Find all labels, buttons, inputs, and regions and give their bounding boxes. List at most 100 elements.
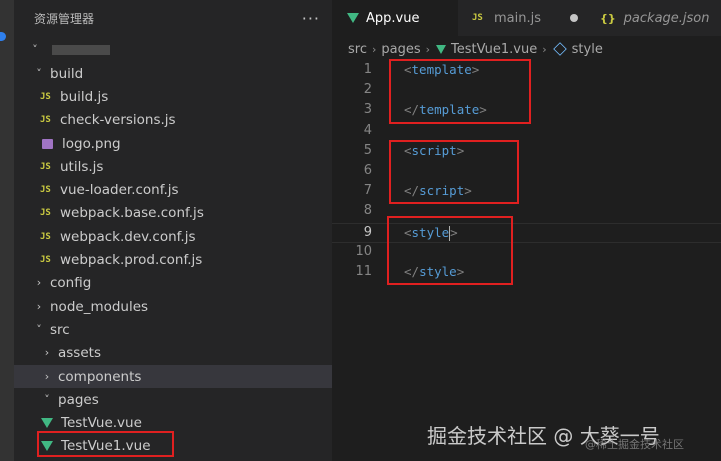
tab-main-js[interactable]: JS main.js xyxy=(458,0,590,36)
js-file-icon: JS xyxy=(40,184,51,195)
tree-item[interactable]: logo.png xyxy=(14,132,332,155)
breadcrumb-item[interactable]: pages xyxy=(381,42,420,57)
line-number: 3 xyxy=(363,102,372,118)
chevron-down-icon: ˅ xyxy=(36,323,42,336)
tree-item-label: node_modules xyxy=(50,298,149,315)
chevron-down-icon: ˅ xyxy=(44,393,50,406)
code-line[interactable]: 10 xyxy=(332,243,721,263)
tree-item[interactable]: JS build.js xyxy=(14,85,332,108)
chevron-right-icon: › xyxy=(36,300,42,313)
line-number: 1 xyxy=(363,62,372,77)
code-line[interactable]: 2 xyxy=(332,81,721,101)
breadcrumb: src › pages › TestVue1.vue › style xyxy=(332,38,721,60)
tag-name: style xyxy=(419,264,457,279)
code-line[interactable]: 6 xyxy=(332,162,721,182)
code-text: <template> xyxy=(404,62,479,77)
tab-label: App.vue xyxy=(366,10,420,26)
bracket: </ xyxy=(404,264,420,279)
bracket: </ xyxy=(404,183,420,199)
breadcrumb-item[interactable]: src xyxy=(348,42,367,57)
breadcrumb-item[interactable]: TestVue1.vue xyxy=(451,42,537,57)
editor-area: App.vue JS main.js {} package.json src › pages… xyxy=(332,0,721,461)
more-actions-icon[interactable]: ··· xyxy=(302,9,320,28)
tree-item-label: config xyxy=(50,274,92,291)
tree-item[interactable]: ˅ pages xyxy=(14,388,332,411)
tree-item[interactable]: JS check-versions.js xyxy=(14,108,332,131)
chevron-right-icon: › xyxy=(425,42,431,56)
tree-item[interactable]: › components xyxy=(14,365,332,388)
code-text: </script> xyxy=(404,183,472,198)
tree-item[interactable]: ˅ src xyxy=(14,318,332,341)
js-file-icon: JS xyxy=(40,231,51,242)
vue-file-icon xyxy=(436,44,447,54)
js-file-icon: JS xyxy=(472,13,483,23)
tree-item[interactable]: TestVue.vue xyxy=(14,411,332,434)
code-text: </style> xyxy=(404,264,464,279)
chevron-down-icon: ˅ xyxy=(36,67,42,80)
line-number: 9 xyxy=(363,224,372,240)
tree-item[interactable]: ˅ build xyxy=(14,62,332,85)
tag-name: style xyxy=(411,224,450,240)
editor-tabs: App.vue JS main.js {} package.json xyxy=(332,0,721,36)
js-file-icon: JS xyxy=(40,207,51,218)
chevron-right-icon: › xyxy=(371,42,377,56)
unsaved-dot-icon[interactable] xyxy=(570,14,578,22)
bracket: > xyxy=(464,183,472,199)
tree-item[interactable]: JS webpack.base.conf.js xyxy=(14,201,332,224)
bracket: < xyxy=(404,62,412,77)
code-line[interactable]: 5 <script> xyxy=(332,142,721,162)
tree-item[interactable]: TestVue1.vue xyxy=(14,434,332,457)
line-number: 7 xyxy=(363,183,372,199)
tree-item[interactable]: JS utils.js xyxy=(14,155,332,178)
tab-app-vue[interactable]: App.vue xyxy=(332,0,458,36)
tree-item[interactable]: ˅ xyxy=(14,38,332,61)
activity-bar xyxy=(0,0,14,461)
redacted-folder-name xyxy=(52,44,110,55)
js-file-icon: JS xyxy=(40,91,51,102)
chevron-down-icon: ˅ xyxy=(32,43,38,56)
watermark-subtext: @稀土掘金技术社区 xyxy=(585,438,684,451)
explorer-title: 资源管理器 xyxy=(34,11,95,26)
tag-name: template xyxy=(411,62,472,77)
js-file-icon: JS xyxy=(40,114,51,125)
code-line[interactable]: 3 </template> xyxy=(332,101,721,121)
tree-item[interactable]: JS webpack.prod.conf.js xyxy=(14,248,332,271)
vue-file-icon xyxy=(41,440,53,451)
code-line[interactable]: 1 <template> xyxy=(332,61,721,81)
tree-item-label: build xyxy=(50,65,84,82)
code-line[interactable]: 11 </style> xyxy=(332,263,721,283)
tree-item-label: src xyxy=(50,321,70,338)
tree-item-label: assets xyxy=(58,344,101,361)
tag-name: template xyxy=(419,102,480,118)
activity-indicator xyxy=(0,32,6,41)
tag-name: script xyxy=(411,142,457,158)
image-file-icon xyxy=(42,138,53,149)
tree-item[interactable]: › assets xyxy=(14,341,332,364)
chevron-right-icon: › xyxy=(44,346,50,359)
tree-item-label: webpack.base.conf.js xyxy=(60,204,204,221)
tree-item[interactable]: › node_modules xyxy=(14,295,332,318)
tree-item-label: check-versions.js xyxy=(60,111,176,128)
symbol-icon xyxy=(552,42,567,56)
tree-item-label: webpack.dev.conf.js xyxy=(60,228,196,245)
tab-package-json[interactable]: {} package.json xyxy=(590,0,721,36)
explorer-sidebar: 资源管理器 ··· ˅ ˅ build JS build.js JS check-versi… xyxy=(14,0,332,461)
breadcrumb-item[interactable]: style xyxy=(572,42,603,57)
tree-item-label: utils.js xyxy=(60,158,104,175)
code-line[interactable]: 8 xyxy=(332,202,721,222)
code-line[interactable]: 9 <style> xyxy=(332,222,721,243)
code-line[interactable]: 7 </script> xyxy=(332,182,721,202)
tree-item[interactable]: › config xyxy=(14,271,332,294)
js-file-icon: JS xyxy=(40,254,51,265)
code-text: <style> xyxy=(404,225,458,241)
tab-label: main.js xyxy=(494,10,541,26)
bracket: > xyxy=(479,102,487,118)
tree-item[interactable]: JS vue-loader.conf.js xyxy=(14,178,332,201)
line-number: 11 xyxy=(355,264,372,279)
tree-item[interactable]: JS webpack.dev.conf.js xyxy=(14,225,332,248)
bracket: </ xyxy=(404,102,420,118)
code-line[interactable]: 4 xyxy=(332,122,721,142)
line-number: 4 xyxy=(363,122,372,138)
tree-item-label: TestVue1.vue xyxy=(61,437,151,454)
chevron-right-icon: › xyxy=(542,42,547,56)
